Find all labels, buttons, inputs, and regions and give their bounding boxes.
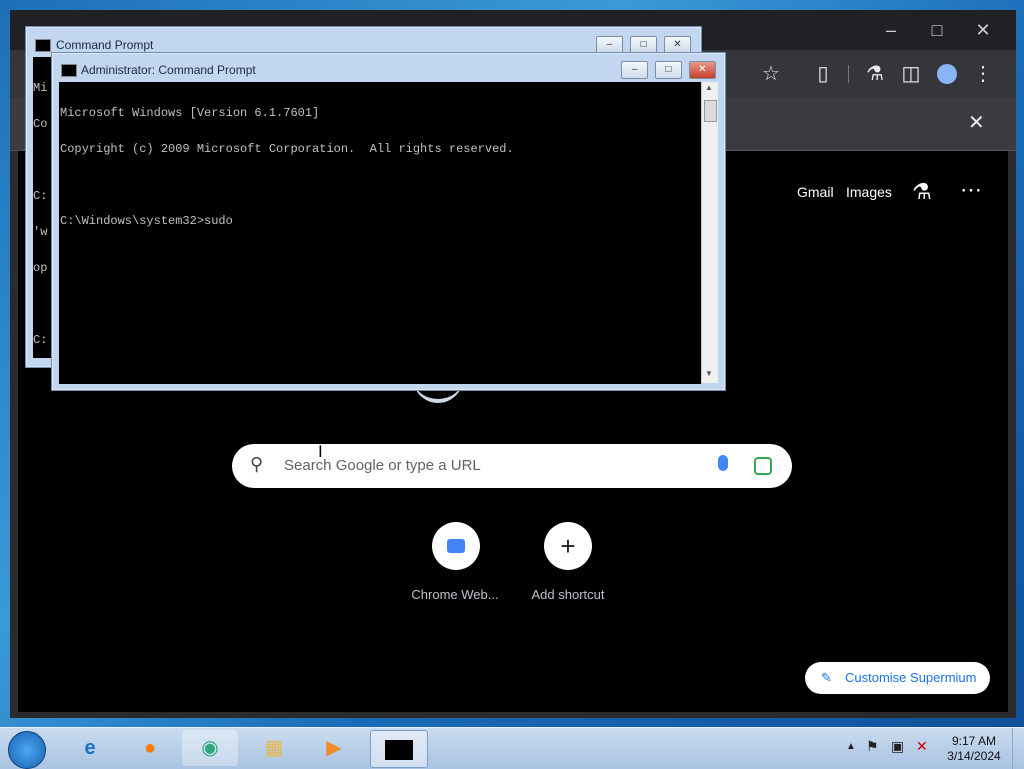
cmd-front-console[interactable]: Microsoft Windows [Version 6.1.7601] Cop… — [59, 82, 701, 384]
clock-time: 9:17 AM — [951, 734, 997, 748]
pencil-icon: ✎ — [821, 670, 832, 685]
text-cursor-icon: I — [318, 442, 323, 461]
bookmark-star-icon[interactable]: ☆ — [754, 57, 788, 91]
scroll-down-arrow-icon[interactable]: ▼ — [705, 369, 713, 378]
customise-label: Customise Supermium — [845, 670, 977, 685]
volume-muted-icon[interactable]: ✕ — [916, 738, 928, 755]
plus-icon: + — [560, 531, 576, 561]
firefox-icon[interactable]: ● — [122, 730, 178, 766]
customise-button[interactable]: ✎ Customise Supermium — [805, 662, 990, 694]
command-prompt-taskbar-icon[interactable] — [370, 730, 428, 768]
file-explorer-icon[interactable]: ▦ — [246, 730, 302, 766]
cmd-icon — [61, 64, 77, 77]
maximize-button[interactable]: □ — [914, 10, 960, 50]
clock-date: 3/14/2024 — [947, 749, 1001, 763]
images-link[interactable]: Images — [846, 184, 892, 200]
labs-icon[interactable]: ⚗ — [912, 179, 932, 205]
network-icon[interactable]: ▣ — [891, 738, 904, 755]
start-button[interactable] — [8, 731, 46, 769]
cmd-front-close-button[interactable]: ✕ — [689, 61, 716, 79]
shortcut-label-chrome-web-store: Chrome Web... — [411, 587, 499, 602]
action-center-flag-icon[interactable]: ⚑ — [866, 738, 879, 755]
cmd-front-maximize-button[interactable]: □ — [655, 61, 682, 79]
cmd-window-front[interactable]: Administrator: Command Prompt – □ ✕ Micr… — [51, 52, 726, 391]
apps-grid-icon[interactable]: ⋯ — [960, 177, 982, 203]
cmd-front-minimize-button[interactable]: – — [621, 61, 648, 79]
cmd-front-title: Administrator: Command Prompt — [81, 63, 256, 77]
search-box[interactable]: ⚲ Search Google or type a URL — [232, 444, 792, 488]
extensions-icon[interactable]: ▯ — [806, 57, 840, 91]
console-line: Microsoft Windows [Version 6.1.7601] — [60, 106, 320, 120]
labs-flask-icon[interactable]: ⚗ — [858, 57, 892, 91]
scroll-thumb[interactable] — [704, 100, 717, 122]
minimize-button[interactable]: – — [868, 10, 914, 50]
cmd-scrollbar[interactable]: ▲ ▼ — [701, 82, 718, 383]
media-player-icon[interactable]: ▶ — [306, 730, 362, 766]
console-line: C:\Windows\system32>sudo — [60, 214, 233, 228]
voice-search-icon[interactable] — [718, 455, 728, 471]
scroll-up-arrow-icon[interactable]: ▲ — [705, 83, 713, 92]
shortcut-chrome-web-store[interactable] — [432, 522, 480, 570]
taskbar: e ● ◉ ▦ ▶ ▲ ⚑ ▣ ✕ 9:17 AM 3/14/2024 — [0, 727, 1024, 769]
add-shortcut-button[interactable]: + — [544, 522, 592, 570]
cmd-icon — [35, 39, 51, 52]
lens-search-icon[interactable] — [754, 457, 772, 475]
cmd-back-title: Command Prompt — [56, 38, 154, 52]
clock[interactable]: 9:17 AM 3/14/2024 — [942, 734, 1006, 764]
side-panel-icon[interactable]: ◫ — [894, 57, 928, 91]
infobar-close-icon[interactable]: ✕ — [968, 110, 985, 135]
toolbar-divider — [848, 65, 849, 83]
search-icon: ⚲ — [250, 454, 264, 474]
gmail-link[interactable]: Gmail — [797, 184, 834, 200]
console-line: Copyright (c) 2009 Microsoft Corporation… — [60, 142, 514, 156]
internet-explorer-icon[interactable]: e — [62, 730, 118, 766]
search-input[interactable]: Search Google or type a URL — [284, 444, 481, 488]
chrome-web-store-icon — [447, 539, 465, 553]
show-hidden-icons-icon[interactable]: ▲ — [846, 741, 856, 752]
close-button[interactable]: ✕ — [960, 10, 1006, 50]
show-desktop-button[interactable] — [1012, 728, 1024, 769]
menu-kebab-icon[interactable]: ⋮ — [966, 57, 1000, 91]
browser-supermium-icon[interactable]: ◉ — [182, 730, 238, 766]
shortcut-label-add: Add shortcut — [531, 587, 605, 602]
profile-avatar-icon[interactable] — [937, 64, 957, 84]
